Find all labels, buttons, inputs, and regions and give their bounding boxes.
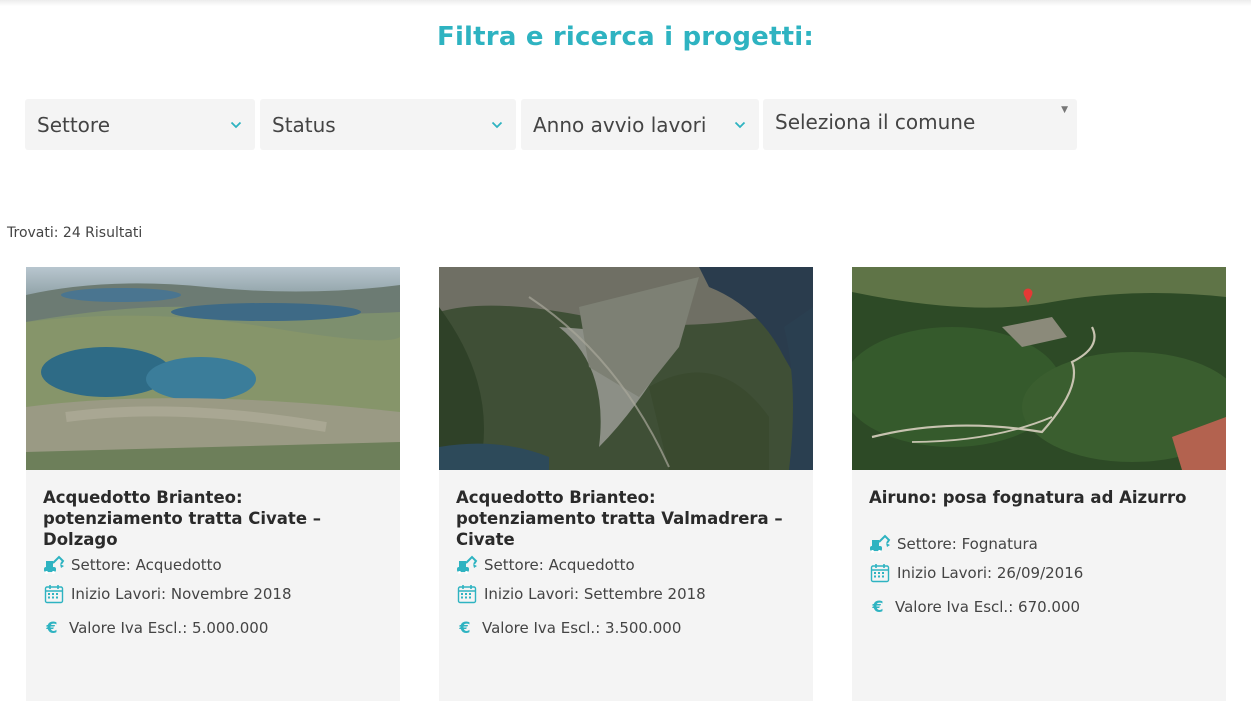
excavator-icon bbox=[869, 533, 891, 555]
top-shadow-bar bbox=[0, 0, 1251, 6]
project-title[interactable]: Acquedotto Brianteo: potenziamento tratt… bbox=[43, 487, 388, 550]
project-start-date: Inizio Lavori: Settembre 2018 bbox=[456, 583, 706, 605]
project-image-aerial-valley[interactable] bbox=[439, 267, 813, 470]
project-value: € Valore Iva Escl.: 670.000 bbox=[869, 597, 1080, 616]
filter-comune-select[interactable]: Seleziona il comune ▼ bbox=[763, 99, 1077, 150]
page-title: Filtra e ricerca i progetti: bbox=[436, 22, 814, 52]
project-sector-text: Settore: Acquedotto bbox=[484, 556, 635, 574]
project-card[interactable]: Acquedotto Brianteo: potenziamento tratt… bbox=[26, 267, 400, 701]
project-sector-text: Settore: Acquedotto bbox=[71, 556, 222, 574]
project-title[interactable]: Acquedotto Brianteo: potenziamento tratt… bbox=[456, 487, 801, 550]
euro-icon: € bbox=[46, 618, 58, 637]
project-value: € Valore Iva Escl.: 3.500.000 bbox=[456, 618, 681, 637]
project-card[interactable]: Airuno: posa fognatura ad Aizurro Settor… bbox=[852, 267, 1226, 701]
project-value-text: Valore Iva Escl.: 5.000.000 bbox=[69, 618, 269, 637]
filter-status-label: Status bbox=[272, 112, 336, 137]
project-start-date: Inizio Lavori: 26/09/2016 bbox=[869, 562, 1083, 584]
filter-settore-label: Settore bbox=[37, 112, 111, 137]
project-card[interactable]: Acquedotto Brianteo: potenziamento tratt… bbox=[439, 267, 813, 701]
project-title[interactable]: Airuno: posa fognatura ad Aizurro bbox=[869, 487, 1214, 508]
excavator-icon bbox=[456, 554, 478, 576]
excavator-icon bbox=[43, 554, 65, 576]
filter-anno-label: Anno avvio lavori bbox=[533, 112, 707, 137]
calendar-icon bbox=[869, 562, 891, 584]
chevron-down-icon bbox=[229, 118, 243, 132]
filter-comune-label: Seleziona il comune bbox=[775, 110, 976, 134]
project-sector-text: Settore: Fognatura bbox=[897, 535, 1038, 553]
calendar-icon bbox=[43, 583, 65, 605]
euro-icon: € bbox=[459, 618, 471, 637]
project-sector: Settore: Acquedotto bbox=[456, 554, 635, 576]
caret-down-icon: ▼ bbox=[1061, 105, 1068, 115]
filter-status-select[interactable]: Status bbox=[260, 99, 516, 150]
project-sector: Settore: Acquedotto bbox=[43, 554, 222, 576]
calendar-icon bbox=[456, 583, 478, 605]
chevron-down-icon bbox=[733, 118, 747, 132]
chevron-down-icon bbox=[490, 118, 504, 132]
project-start-date: Inizio Lavori: Novembre 2018 bbox=[43, 583, 292, 605]
project-start-date-text: Inizio Lavori: Settembre 2018 bbox=[484, 585, 706, 603]
project-value: € Valore Iva Escl.: 5.000.000 bbox=[43, 618, 268, 637]
project-start-date-text: Inizio Lavori: Novembre 2018 bbox=[71, 585, 292, 603]
project-value-text: Valore Iva Escl.: 3.500.000 bbox=[482, 618, 682, 637]
euro-icon: € bbox=[872, 597, 884, 616]
filter-anno-select[interactable]: Anno avvio lavori bbox=[521, 99, 759, 150]
project-value-text: Valore Iva Escl.: 670.000 bbox=[895, 597, 1081, 616]
project-image-aerial-forest[interactable] bbox=[852, 267, 1226, 470]
project-start-date-text: Inizio Lavori: 26/09/2016 bbox=[897, 564, 1084, 582]
project-sector: Settore: Fognatura bbox=[869, 533, 1038, 555]
results-count: Trovati: 24 Risultati bbox=[7, 225, 143, 241]
filter-settore-select[interactable]: Settore bbox=[25, 99, 255, 150]
project-image-aerial-lake[interactable] bbox=[26, 267, 400, 470]
